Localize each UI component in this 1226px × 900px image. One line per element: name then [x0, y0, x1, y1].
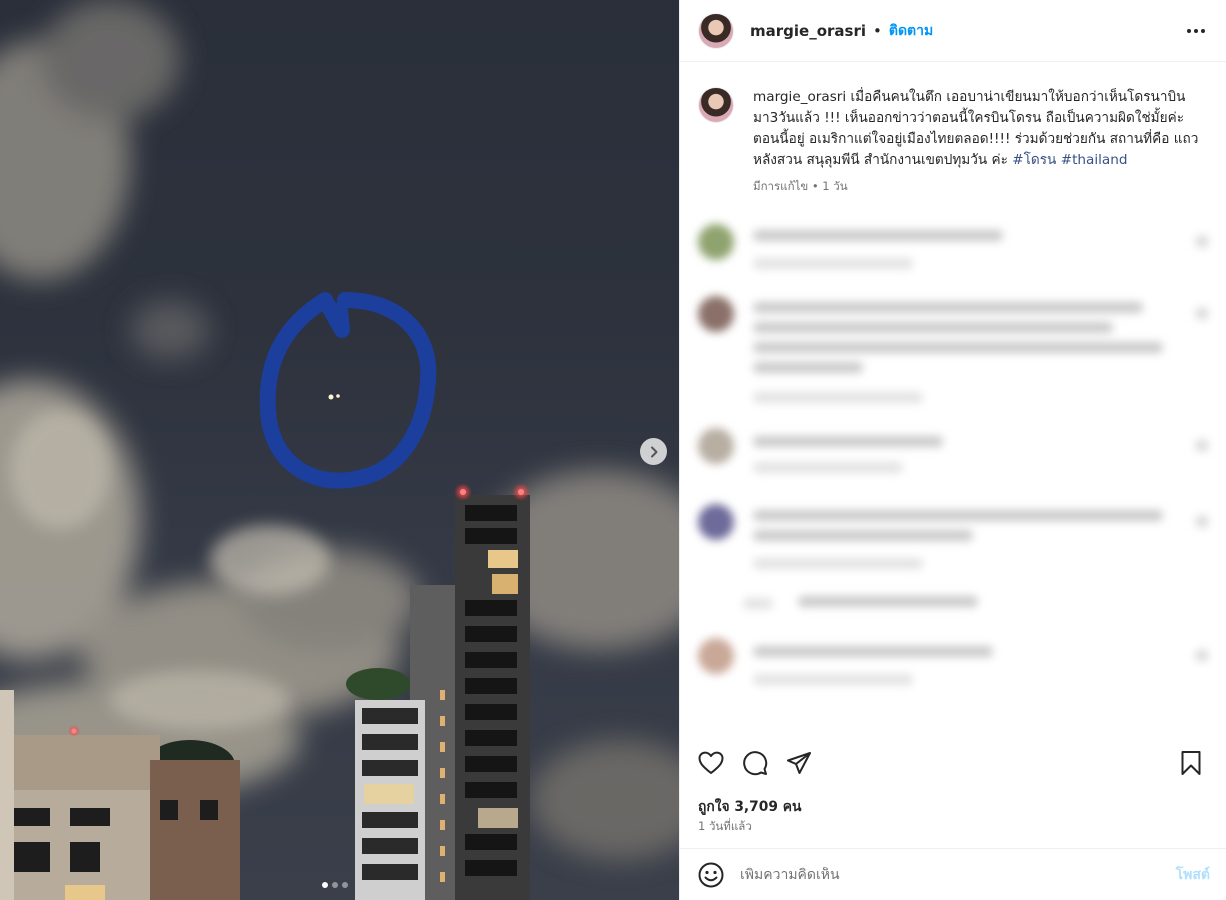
post-side-panel: margie_orasri • ติดตาม margie_orasri เมื…: [679, 0, 1226, 900]
instagram-post-modal: margie_orasri • ติดตาม margie_orasri เมื…: [0, 0, 1226, 900]
save-button[interactable]: [1176, 748, 1206, 778]
comment-input[interactable]: [740, 866, 1176, 883]
emoji-button[interactable]: [698, 862, 724, 888]
comments-list: [680, 210, 1226, 730]
like-button[interactable]: [696, 748, 726, 778]
add-comment-bar: โพสต์: [680, 848, 1226, 900]
hashtag-link[interactable]: #โดรน: [1012, 152, 1056, 168]
bookmark-icon: [1181, 751, 1201, 775]
avatar[interactable]: [698, 12, 734, 49]
author-username[interactable]: margie_orasri: [750, 22, 866, 40]
carousel-indicator: [322, 882, 348, 888]
night-sky-photo: [0, 0, 679, 900]
comment-button[interactable]: [740, 748, 770, 778]
share-button[interactable]: [784, 748, 814, 778]
caption-body: margie_orasri เมื่อคืนคนในตึก เออบาน่าเข…: [753, 87, 1208, 197]
more-options-icon: [1187, 28, 1205, 33]
carousel-dot: [332, 882, 338, 888]
carousel-next-button[interactable]: [640, 438, 667, 465]
share-icon: [787, 752, 811, 774]
heart-icon: [698, 751, 724, 774]
carousel-dot: [322, 882, 328, 888]
post-actions: [680, 740, 1226, 788]
more-options-button[interactable]: [1184, 19, 1208, 43]
header-separator: •: [873, 21, 882, 40]
post-media[interactable]: [0, 0, 679, 900]
carousel-dot: [342, 882, 348, 888]
avatar[interactable]: [698, 87, 734, 123]
comment-icon: [743, 751, 768, 776]
emoji-icon: [698, 862, 724, 887]
post-comment-button[interactable]: โพสต์: [1176, 864, 1210, 886]
caption-meta: มีการแก้ไข • 1 วัน: [753, 179, 848, 193]
chevron-right-icon: [650, 446, 657, 457]
post-caption: margie_orasri เมื่อคืนคนในตึก เออบาน่าเข…: [680, 62, 1226, 197]
hashtag-link[interactable]: #thailand: [1061, 152, 1128, 168]
likes-count[interactable]: ถูกใจ 3,709 คน: [698, 796, 801, 818]
post-timestamp[interactable]: 1 วันที่แล้ว: [698, 818, 752, 836]
caption-username[interactable]: margie_orasri: [753, 89, 846, 105]
follow-button[interactable]: ติดตาม: [889, 20, 933, 42]
post-header: margie_orasri • ติดตาม: [680, 0, 1226, 62]
